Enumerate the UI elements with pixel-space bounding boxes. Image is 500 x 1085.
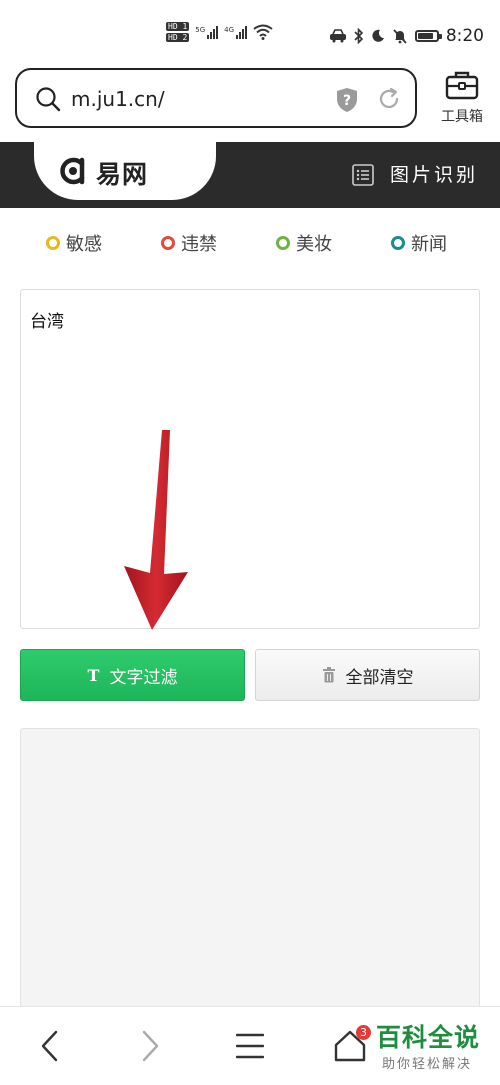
annotation-arrow-icon [124,430,188,630]
toolbox-label: 工具箱 [441,109,483,125]
mute-icon [393,29,407,44]
clear-all-button[interactable]: 全部清空 [255,649,480,701]
tab-count-badge: 3 [356,1025,371,1040]
clear-all-label: 全部清空 [345,667,414,688]
system-indicators: 8:20 [329,26,484,46]
category-dot-icon [391,236,405,250]
shield-icon[interactable]: ? [336,87,358,113]
text-filter-label: 文字过滤 [109,667,178,688]
site-header: 易网 图片识别 [0,142,500,208]
status-bar: HD 1 HD 2 5G 4G 8:20 [0,0,500,60]
hd-sim2-label: HD 2 [166,33,190,42]
category-label: 新闻 [411,234,447,255]
logo-mark-icon [60,157,85,185]
signal-sim1-icon: 5G [195,25,219,39]
text-t-icon: T [87,665,100,685]
clock: 8:20 [445,26,484,46]
bluetooth-icon [354,28,363,44]
menu-icon[interactable] [236,1029,264,1063]
site-logo[interactable]: 易网 [34,142,216,200]
category-label: 违禁 [181,234,217,255]
forward-icon[interactable] [138,1029,162,1063]
category-dot-icon [46,236,60,250]
hd-sim1-label: HD 1 [166,22,190,31]
category-beauty[interactable]: 美妆 [276,230,332,256]
input-text: 台湾 [30,312,64,332]
back-icon[interactable] [38,1029,62,1063]
moon-icon [372,29,384,42]
logo-text: 易网 [96,160,149,189]
toolbox-button[interactable]: 工具箱 [436,70,488,130]
watermark-main: 百科全说 [376,1023,481,1052]
battery-fill [417,33,433,39]
watermark-sub: 助你轻松解决 [382,1057,473,1072]
hd-indicators: HD 1 HD 2 [166,22,190,42]
net2-label: 4G [224,25,235,34]
category-prohibited[interactable]: 违禁 [161,230,217,256]
trash-icon [322,667,335,683]
text-filter-button[interactable]: T 文字过滤 [20,649,245,701]
net1-label: 5G [195,25,206,34]
category-dot-icon [276,236,290,250]
search-icon [36,87,61,112]
header-title[interactable]: 图片识别 [390,160,478,187]
battery-icon [414,30,442,42]
toolbox-icon [445,71,479,100]
list-icon[interactable] [352,164,374,186]
signal-sim2-icon: 4G [224,25,248,39]
car-mode-icon [329,29,346,43]
category-dot-icon [161,236,175,250]
category-label: 美妆 [296,234,332,255]
text-input-area[interactable]: 台湾 [20,289,480,629]
watermark-logo: 百科全说 助你轻松解决 [376,1023,480,1072]
category-label: 敏感 [66,234,102,255]
category-sensitive[interactable]: 敏感 [46,230,102,256]
wifi-icon [253,24,273,40]
reload-icon[interactable] [377,87,401,111]
svg-text:?: ? [343,93,351,109]
result-area [20,728,480,1018]
category-news[interactable]: 新闻 [391,230,447,256]
url-text[interactable]: m.ju1.cn/ [71,87,165,111]
bottom-navigation: 3 百科全说 助你轻松解决 [0,1006,500,1085]
category-tabs: 敏感 违禁 美妆 新闻 [0,230,500,256]
address-bar[interactable]: m.ju1.cn/ ? [15,68,417,128]
network-indicators: HD 1 HD 2 5G 4G [166,22,273,42]
